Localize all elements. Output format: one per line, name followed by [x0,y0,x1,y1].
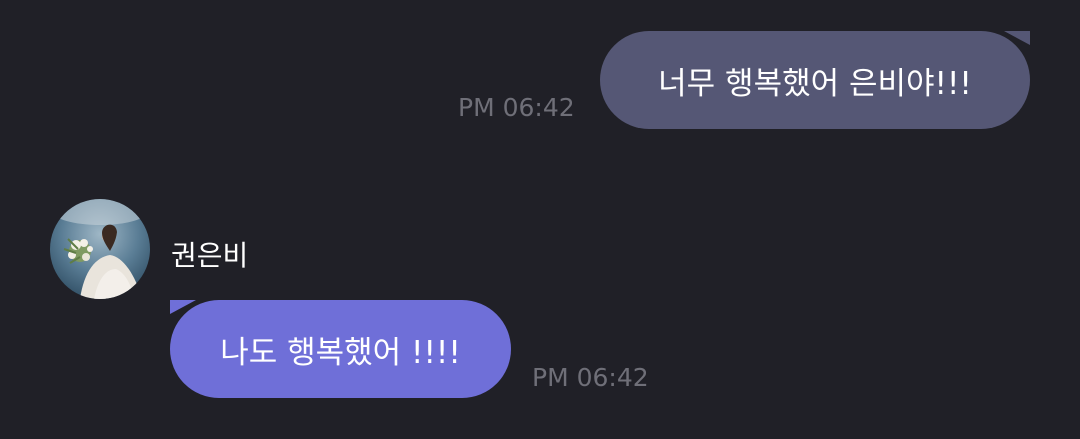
sent-message-text: 너무 행복했어 은비야!!! [658,65,972,102]
avatar[interactable] [50,199,150,299]
sent-message-bubble[interactable]: 너무 행복했어 은비야!!! [600,31,1030,129]
received-message-text: 나도 행복했어 !!!! [220,334,461,371]
received-message-timestamp: PM 06:42 [532,363,649,392]
chat-view: PM 06:42 너무 행복했어 은비야!!! 권은비 나도 행복했어 !!!!… [0,0,1080,439]
bubble-tail [170,300,196,314]
sent-message-timestamp: PM 06:42 [458,93,575,122]
received-message-bubble[interactable]: 나도 행복했어 !!!! [170,300,511,398]
sender-name[interactable]: 권은비 [171,234,248,274]
bubble-tail [1004,31,1030,45]
avatar-photo [50,199,150,299]
